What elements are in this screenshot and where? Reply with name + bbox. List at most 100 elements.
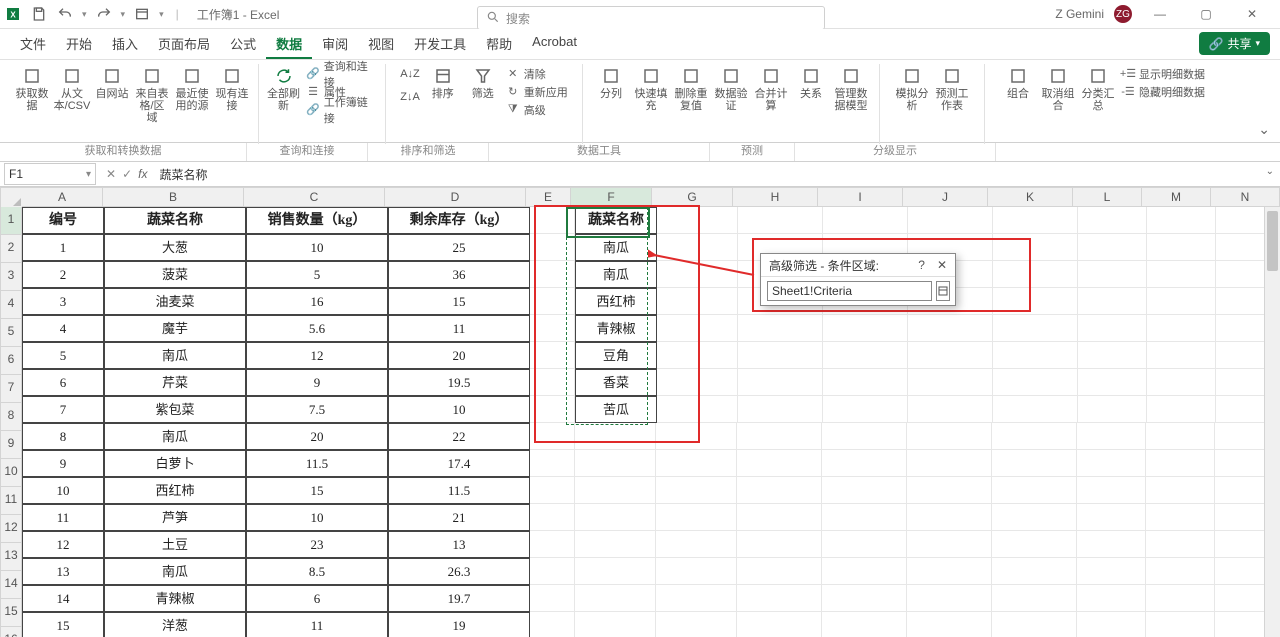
cell-M8[interactable] (1147, 396, 1216, 423)
ribbon-3-1[interactable]: 快速填充 (634, 66, 668, 112)
sort-asc-button[interactable]: A↓Z (400, 66, 420, 81)
row-header-5[interactable]: 5 (0, 319, 22, 347)
col-header-B[interactable]: B (103, 187, 244, 207)
cell-B2[interactable]: 大葱 (104, 234, 246, 261)
cell-J8[interactable] (908, 396, 993, 423)
cell-G6[interactable] (657, 342, 738, 369)
cell-D4[interactable]: 15 (388, 288, 530, 315)
cell-E15[interactable] (530, 585, 575, 612)
ribbon-0-2[interactable]: 自网站 (95, 66, 129, 100)
cell-E16[interactable] (530, 612, 575, 637)
cell-F15[interactable] (575, 585, 656, 612)
criteria-range-input[interactable] (767, 281, 932, 301)
row-header-14[interactable]: 14 (0, 571, 22, 599)
cell-D10[interactable]: 17.4 (388, 450, 530, 477)
cell-D9[interactable]: 22 (388, 423, 530, 450)
row-header-8[interactable]: 8 (0, 403, 22, 431)
cell-F6[interactable]: 豆角 (575, 342, 657, 369)
cell-M3[interactable] (1147, 261, 1216, 288)
cell-L2[interactable] (1078, 234, 1147, 261)
cell-M6[interactable] (1147, 342, 1216, 369)
cell-D1[interactable]: 剩余库存（kg） (388, 207, 530, 234)
cell-A1[interactable]: 编号 (22, 207, 104, 234)
menu-审阅[interactable]: 审阅 (312, 30, 358, 59)
cell-I12[interactable] (822, 504, 907, 531)
cell-D11[interactable]: 11.5 (388, 477, 530, 504)
cell-F1[interactable]: 蔬菜名称 (575, 207, 657, 234)
cell-G15[interactable] (656, 585, 737, 612)
cell-H12[interactable] (737, 504, 822, 531)
cell-L12[interactable] (1077, 504, 1146, 531)
cells-area[interactable]: 编号蔬菜名称销售数量（kg）剩余库存（kg）蔬菜名称1大葱1025南瓜2菠菜53… (22, 207, 1280, 637)
cell-C8[interactable]: 7.5 (246, 396, 388, 423)
cell-H14[interactable] (737, 558, 822, 585)
row-header-7[interactable]: 7 (0, 375, 22, 403)
col-header-E[interactable]: E (526, 187, 571, 207)
cell-J10[interactable] (907, 450, 992, 477)
cell-E10[interactable] (530, 450, 575, 477)
name-box[interactable]: F1 ▾ (4, 163, 96, 185)
row-header-1[interactable]: 1 (0, 207, 22, 235)
cell-B5[interactable]: 魔芋 (104, 315, 246, 342)
cell-H11[interactable] (737, 477, 822, 504)
show-detail-button[interactable]: +☰显示明细数据 (1121, 66, 1205, 81)
ribbon-3-5[interactable]: 关系 (794, 66, 828, 100)
menu-插入[interactable]: 插入 (102, 30, 148, 59)
col-header-J[interactable]: J (903, 187, 988, 207)
cell-E8[interactable] (530, 396, 575, 423)
cell-E6[interactable] (530, 342, 575, 369)
cell-D2[interactable]: 25 (388, 234, 530, 261)
cell-K5[interactable] (993, 315, 1078, 342)
cell-A13[interactable]: 12 (22, 531, 104, 558)
cell-C13[interactable]: 23 (246, 531, 388, 558)
cell-L5[interactable] (1078, 315, 1147, 342)
col-header-K[interactable]: K (988, 187, 1073, 207)
formula-content[interactable]: 蔬菜名称 (153, 166, 1280, 183)
col-header-M[interactable]: M (1142, 187, 1211, 207)
cell-G2[interactable] (657, 234, 738, 261)
menu-Acrobat[interactable]: Acrobat (522, 30, 587, 59)
refresh-all-button[interactable]: 全部刷新 (267, 66, 300, 112)
cell-C3[interactable]: 5 (246, 261, 388, 288)
cell-C1[interactable]: 销售数量（kg） (246, 207, 388, 234)
cell-I9[interactable] (822, 423, 907, 450)
username[interactable]: Z Gemini (1055, 7, 1104, 21)
cell-J13[interactable] (907, 531, 992, 558)
cell-I10[interactable] (822, 450, 907, 477)
cell-I5[interactable] (823, 315, 908, 342)
col-header-D[interactable]: D (385, 187, 526, 207)
ribbon-3-4[interactable]: 合并计算 (754, 66, 788, 112)
cell-D12[interactable]: 21 (388, 504, 530, 531)
cell-I6[interactable] (823, 342, 908, 369)
cell-F9[interactable] (575, 423, 656, 450)
close-button[interactable]: ✕ (1234, 0, 1270, 28)
cell-F14[interactable] (575, 558, 656, 585)
row-header-6[interactable]: 6 (0, 347, 22, 375)
cell-C16[interactable]: 11 (246, 612, 388, 637)
cell-H1[interactable] (738, 207, 823, 234)
cell-C14[interactable]: 8.5 (246, 558, 388, 585)
col-header-H[interactable]: H (733, 187, 818, 207)
share-button[interactable]: 🔗 共享 ▾ (1199, 32, 1271, 55)
cell-I8[interactable] (823, 396, 908, 423)
cell-M15[interactable] (1146, 585, 1215, 612)
cell-G4[interactable] (657, 288, 738, 315)
cell-E2[interactable] (530, 234, 575, 261)
cell-L9[interactable] (1077, 423, 1146, 450)
menu-帮助[interactable]: 帮助 (476, 30, 522, 59)
col-header-A[interactable]: A (22, 187, 103, 207)
cell-D7[interactable]: 19.5 (388, 369, 530, 396)
cell-G1[interactable] (657, 207, 738, 234)
queries-connections-button[interactable]: 🔗查询和连接 (306, 66, 377, 81)
sort-button[interactable]: 排序 (426, 66, 460, 100)
ribbon-0-5[interactable]: 现有连接 (215, 66, 249, 112)
select-all-corner[interactable] (0, 187, 24, 209)
cell-K1[interactable] (993, 207, 1078, 234)
cell-M12[interactable] (1146, 504, 1215, 531)
ribbon-3-2[interactable]: 删除重复值 (674, 66, 708, 112)
ribbon-5-0[interactable]: 组合 (1001, 66, 1035, 112)
cell-H10[interactable] (737, 450, 822, 477)
cell-L14[interactable] (1077, 558, 1146, 585)
menu-开发工具[interactable]: 开发工具 (404, 30, 476, 59)
cell-G10[interactable] (656, 450, 737, 477)
